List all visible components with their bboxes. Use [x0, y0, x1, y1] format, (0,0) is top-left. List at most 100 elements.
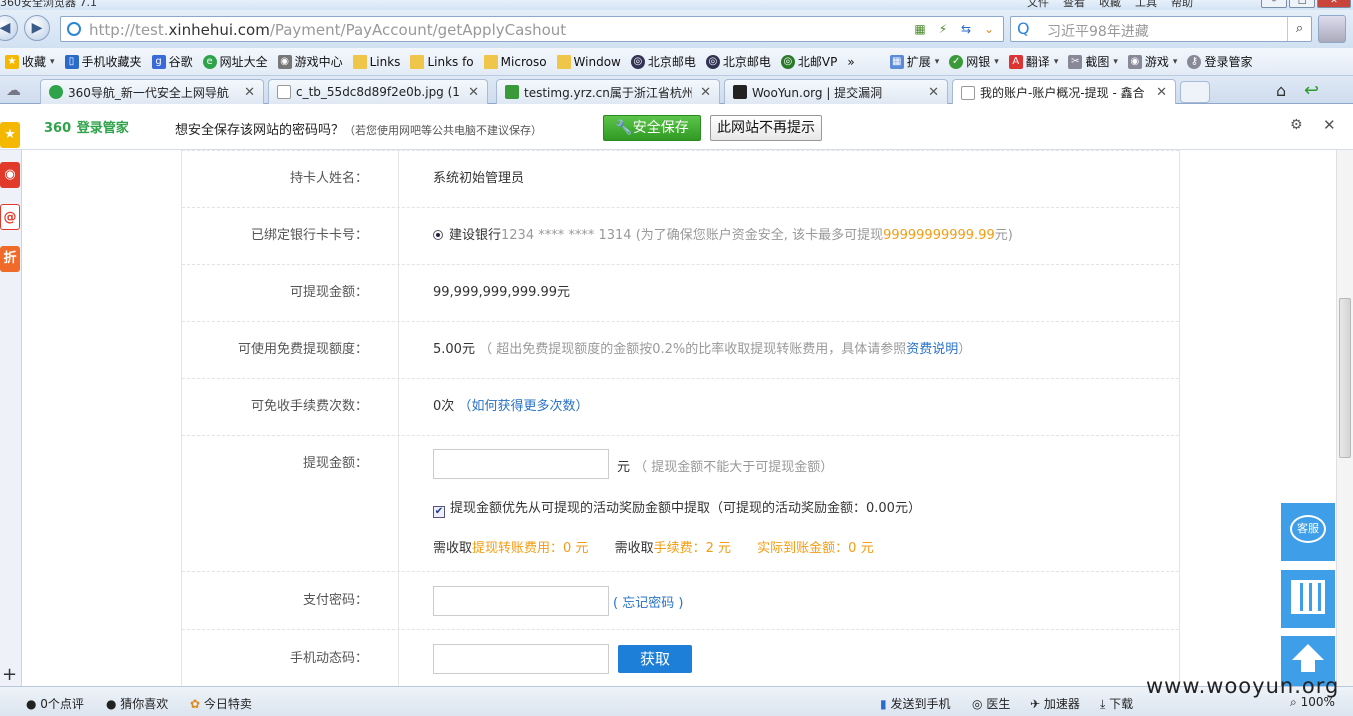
- fav-item-windows[interactable]: Window: [552, 51, 626, 73]
- forgot-password-link[interactable]: ( 忘记密码 ): [613, 592, 683, 611]
- undo-close-icon[interactable]: ↩: [1304, 80, 1319, 101]
- favorites-star-icon[interactable]: ★: [0, 122, 20, 148]
- fav-ebank[interactable]: ✓ 网银 ▾: [944, 51, 1004, 73]
- vertical-scrollbar[interactable]: [1336, 150, 1353, 686]
- tab-wooyun[interactable]: WooYun.org | 提交漏洞 ✕: [724, 79, 948, 104]
- customer-service-button[interactable]: 客服: [1281, 503, 1335, 561]
- tab-360-nav[interactable]: 360导航_新一代安全上网导航 ✕: [40, 79, 264, 104]
- address-bar[interactable]: http://test.xinhehui.com/Payment/PayAcco…: [60, 16, 1004, 42]
- side-panel: ★ ◉ @ 折 +: [0, 122, 22, 686]
- scissors-icon: ✂: [1068, 54, 1083, 69]
- search-input[interactable]: 习近平98年进藏: [1047, 21, 1149, 41]
- home-icon[interactable]: ⌂: [1276, 81, 1286, 100]
- search-engine-icon[interactable]: Q: [1017, 19, 1030, 38]
- doctor-status[interactable]: ◎ 医生: [972, 695, 1010, 712]
- reward-first-checkbox[interactable]: ✔: [433, 506, 445, 518]
- menu-file[interactable]: 文件: [1027, 0, 1049, 10]
- paypwd-input[interactable]: [433, 586, 609, 616]
- fav-item-games[interactable]: ◉ 游戏中心: [273, 51, 348, 73]
- send-to-phone[interactable]: ▮ 发送到手机: [880, 695, 950, 712]
- fav-extensions[interactable]: ▦ 扩展 ▾: [885, 51, 945, 73]
- forward-button[interactable]: ▶: [24, 15, 50, 41]
- guess-you-like[interactable]: ● 猜你喜欢: [106, 695, 168, 712]
- watermark: www.wooyun.org: [1146, 674, 1340, 698]
- close-icon[interactable]: ✕: [1156, 85, 1167, 100]
- fav-item-collect[interactable]: ★ 收藏 ▾: [0, 51, 60, 73]
- menu-view[interactable]: 查看: [1063, 0, 1085, 10]
- bankcard-radio[interactable]: [433, 230, 443, 240]
- 360-icon: [49, 85, 63, 99]
- menu-tools[interactable]: 工具: [1135, 0, 1157, 10]
- free-quota-label: 可使用免费提现额度：: [182, 322, 399, 378]
- reward-first-label: 提现金额优先从可提现的活动奖励金额中提取（可提现的活动奖励金额：0.00元）: [450, 501, 921, 516]
- fav-item-sites[interactable]: e 网址大全: [198, 51, 273, 73]
- window-controls: – □ ✕: [1261, 0, 1351, 8]
- fav-item-links-for[interactable]: Links fo: [405, 51, 478, 73]
- handling-fee-label: 手续费：: [653, 541, 706, 556]
- gear-icon[interactable]: ⚙: [1290, 117, 1303, 133]
- fav-item-bupt-1[interactable]: ◎ 北京邮电: [626, 51, 701, 73]
- page-content: 持卡人姓名： 系统初始管理员 已绑定银行卡卡号： 建设银行1234 **** *…: [22, 150, 1336, 686]
- get-code-button[interactable]: 获取: [618, 645, 692, 673]
- accelerator-status[interactable]: ✈ 加速器: [1030, 695, 1080, 712]
- qrcode-button[interactable]: [1281, 570, 1335, 628]
- new-tab-button[interactable]: [1180, 81, 1210, 103]
- fav-item-google[interactable]: g 谷歌: [147, 51, 198, 73]
- never-for-site-button[interactable]: 此网站不再提示: [710, 115, 822, 141]
- minimize-button[interactable]: –: [1261, 0, 1287, 8]
- fee-explanation-link[interactable]: 资费说明: [906, 342, 958, 357]
- close-icon[interactable]: ✕: [244, 85, 255, 100]
- fav-item-links[interactable]: Links: [348, 51, 406, 73]
- fav-game[interactable]: ◉ 游戏 ▾: [1123, 51, 1183, 73]
- today-sale[interactable]: ✿ 今日特卖: [190, 695, 252, 712]
- mail-icon[interactable]: @: [0, 204, 20, 230]
- qrcode-icon[interactable]: ▦: [910, 20, 930, 38]
- fav-item-mobile[interactable]: ▯ 手机收藏夹: [60, 51, 147, 73]
- download-status[interactable]: ⤓ 下载: [1100, 695, 1133, 712]
- google-icon: g: [151, 54, 166, 69]
- dropdown-icon[interactable]: ⌄: [979, 20, 999, 38]
- more-times-link[interactable]: 如何获得更多次数: [471, 399, 575, 414]
- navigation-bar: ◀ ▶ http://test.xinhehui.com/Payment/Pay…: [0, 10, 1353, 48]
- close-icon[interactable]: ✕: [468, 85, 479, 100]
- chat-bubble-icon: 客服: [1290, 515, 1326, 543]
- form-row-withdrawable: 可提现金额： 99,999,999,999.99元: [182, 265, 1179, 322]
- actual-amount-value: 0 元: [848, 541, 874, 556]
- fav-item-bupt-vpn[interactable]: ◎ 北邮VP: [776, 51, 842, 73]
- fav-login-manager[interactable]: ⚷ 登录管家: [1182, 51, 1257, 73]
- phone-icon: ▯: [64, 54, 79, 69]
- fav-item-microsoft[interactable]: Microso: [479, 51, 552, 73]
- user-avatar[interactable]: [1318, 15, 1346, 43]
- add-icon[interactable]: +: [2, 664, 17, 685]
- menu-favorites[interactable]: 收藏: [1099, 0, 1121, 10]
- maximize-button[interactable]: □: [1289, 0, 1315, 8]
- lightning-icon[interactable]: ⚡: [933, 20, 953, 38]
- fav-more-chevron[interactable]: »: [842, 51, 884, 73]
- fav-screenshot[interactable]: ✂ 截图 ▾: [1063, 51, 1123, 73]
- compat-mode-icon[interactable]: ⇆: [956, 20, 976, 38]
- close-icon[interactable]: ✕: [700, 85, 711, 100]
- card-limit-amount: 99999999999.99: [883, 228, 995, 243]
- comments-status[interactable]: ● 0个点评: [26, 695, 84, 712]
- close-icon[interactable]: ✕: [928, 85, 939, 100]
- search-button[interactable]: ⌕: [1287, 17, 1311, 41]
- back-button[interactable]: ◀: [0, 15, 18, 41]
- smscode-input[interactable]: [433, 644, 609, 674]
- tab-image[interactable]: c_tb_55dc8d89f2e0b.jpg (17 ✕: [268, 79, 488, 104]
- amount-input[interactable]: [433, 449, 609, 479]
- scrollbar-thumb[interactable]: [1339, 298, 1351, 458]
- cloud-icon[interactable]: ☁: [6, 81, 21, 99]
- menu-help[interactable]: 帮助: [1171, 0, 1193, 10]
- fav-item-bupt-2[interactable]: ◎ 北京邮电: [701, 51, 776, 73]
- tab-my-account[interactable]: 我的账户-账户概况-提现 - 鑫合 ✕: [952, 79, 1176, 105]
- close-icon[interactable]: ✕: [1323, 116, 1336, 134]
- search-box[interactable]: Q 习近平98年进藏 ⌕: [1010, 16, 1312, 42]
- fav-translate[interactable]: A 翻译 ▾: [1004, 51, 1064, 73]
- save-password-button[interactable]: 🔧安全保存: [603, 115, 701, 141]
- amount-hint: （ 提现金额不能大于可提现金额）: [634, 460, 834, 475]
- tab-testimg[interactable]: testimg.yrz.cn属于浙江省杭州 ✕: [496, 79, 720, 104]
- discount-icon[interactable]: 折: [0, 246, 20, 272]
- close-window-button[interactable]: ✕: [1317, 0, 1351, 8]
- address-url[interactable]: http://test.xinhehui.com/Payment/PayAcco…: [89, 21, 566, 39]
- weibo-icon[interactable]: ◉: [0, 162, 20, 188]
